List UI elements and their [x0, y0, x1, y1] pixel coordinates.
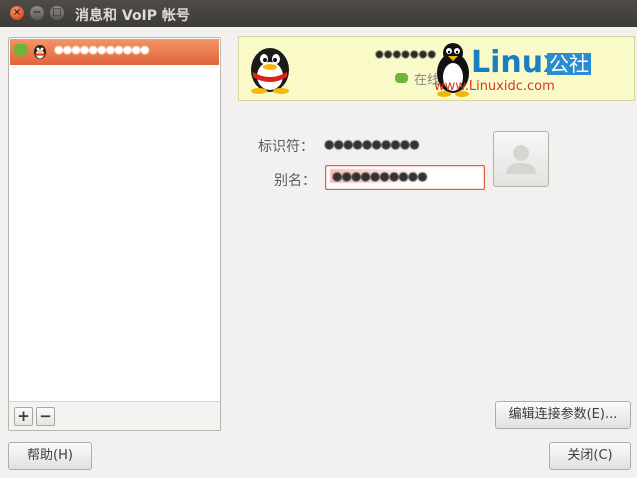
account-list-item[interactable]: ●●●●●●●●●●●: [10, 39, 219, 65]
avatar-button[interactable]: [493, 131, 549, 187]
window-title: 消息和 VoIP 帐号: [75, 8, 190, 24]
alias-label: 别名：: [274, 173, 316, 189]
window-minimize-button[interactable]: −: [30, 6, 44, 20]
avatar-placeholder-icon: [506, 145, 536, 174]
alias-input[interactable]: ●●●●●●●●●●: [325, 165, 485, 190]
window-close-button[interactable]: ×: [10, 6, 24, 20]
identifier-label: 标识符：: [258, 139, 314, 155]
banner-account-name: ●●●●●●●: [375, 49, 437, 60]
account-list: ●●●●●●●●●●● + −: [8, 37, 221, 431]
minimize-icon: −: [32, 7, 42, 18]
edit-connection-params-button[interactable]: 编辑连接参数(E)...: [495, 401, 631, 429]
remove-account-button[interactable]: −: [36, 407, 55, 426]
qq-icon: [34, 45, 46, 59]
watermark-suffix: 公社: [547, 52, 591, 76]
online-status-icon: [395, 73, 408, 83]
add-account-button[interactable]: +: [14, 407, 33, 426]
window-maximize-button[interactable]: □: [50, 6, 64, 20]
online-status-icon: [14, 44, 28, 59]
identifier-value: ●●●●●●●●●●: [324, 137, 420, 151]
title-bar: × − □ 消息和 VoIP 帐号: [0, 0, 637, 27]
alias-value: ●●●●●●●●●●: [330, 169, 429, 183]
account-list-toolbar: + −: [9, 401, 220, 430]
close-button[interactable]: 关闭(C): [549, 442, 631, 470]
help-button[interactable]: 帮助(H): [8, 442, 92, 470]
maximize-icon: □: [52, 7, 62, 18]
qq-logo-icon: [251, 48, 289, 94]
account-name: ●●●●●●●●●●●: [54, 43, 150, 56]
close-icon: ×: [12, 7, 22, 18]
watermark-url: www.Linuxidc.com: [434, 79, 555, 94]
account-banner: ●●●●●●● 在线 Linux 公社 www.Linuxidc.com: [238, 36, 635, 101]
